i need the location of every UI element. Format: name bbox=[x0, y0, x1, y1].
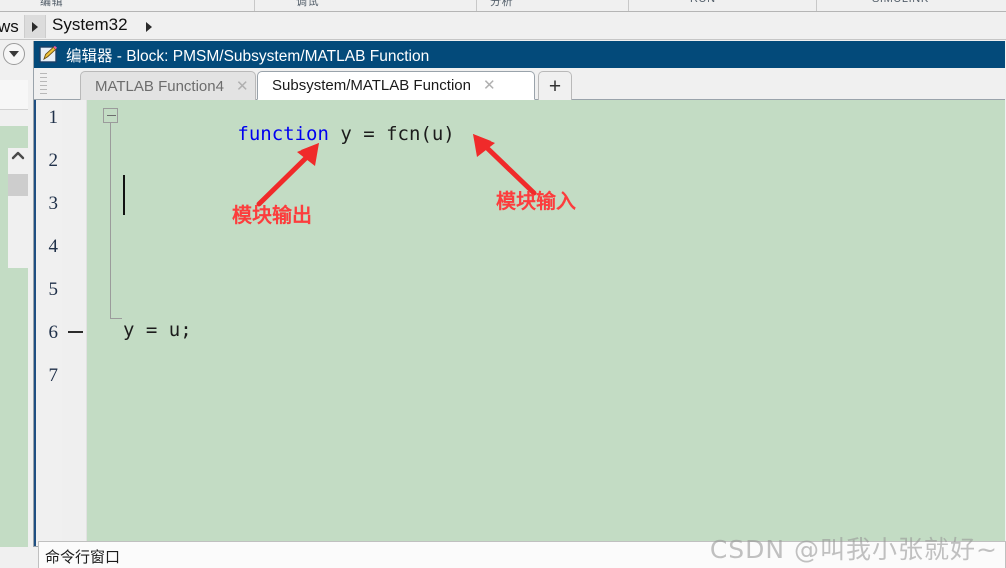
ribbon-tab-edit[interactable]: 编辑 bbox=[40, 0, 63, 9]
ribbon-separator bbox=[254, 0, 255, 11]
code-line-1-rest: y = fcn(u) bbox=[328, 123, 455, 145]
close-icon[interactable]: ✕ bbox=[483, 78, 496, 93]
editor-window-title: 编辑器 - Block: PMSM/Subsystem/MATLAB Funct… bbox=[66, 47, 430, 65]
close-icon[interactable]: ✕ bbox=[236, 79, 249, 94]
tab-matlab-function4[interactable]: MATLAB Function4 ✕ bbox=[80, 71, 256, 100]
fold-bracket-foot bbox=[110, 318, 122, 319]
code-line-1: function y = fcn(u) bbox=[123, 106, 455, 163]
breadcrumb-chevron-button-2[interactable] bbox=[140, 15, 158, 38]
matlab-editor-window: 编辑器 - Block: PMSM/Subsystem/MATLAB Funct… bbox=[33, 41, 1006, 547]
annotation-module-input: 模块输入 bbox=[496, 189, 576, 213]
explorer-breadcrumb-bar: ws System32 bbox=[0, 13, 1006, 40]
annotation-module-output: 模块输出 bbox=[232, 203, 312, 227]
breakpoint-gutter[interactable] bbox=[62, 100, 87, 546]
ribbon-separator bbox=[476, 0, 477, 11]
tab-bar-grip-handle[interactable] bbox=[40, 73, 47, 95]
ribbon-group-run: RUN bbox=[690, 0, 716, 5]
scrollbar-thumb[interactable] bbox=[8, 174, 28, 196]
command-window-title: 命令行窗口 bbox=[45, 549, 121, 566]
chevron-up-icon[interactable] bbox=[10, 148, 26, 164]
editor-tab-bar: MATLAB Function4 ✕ Subsystem/MATLAB Func… bbox=[34, 68, 1005, 100]
code-canvas[interactable]: function y = fcn(u) y = u; 模块输出 模块输入 bbox=[87, 100, 1006, 546]
line-number-gutter: 1 2 3 4 5 6 7 bbox=[36, 100, 62, 546]
line-number: 4 bbox=[48, 236, 59, 257]
chevron-down-glyph bbox=[9, 51, 19, 57]
pencil-edit-icon bbox=[39, 45, 59, 64]
ribbon-group-simulink: SIMULINK bbox=[872, 0, 929, 5]
tab-subsystem-matlab-function[interactable]: Subsystem/MATLAB Function ✕ bbox=[257, 71, 535, 100]
left-panel-header bbox=[0, 80, 28, 110]
csdn-watermark: CSDN @叫我小张就好~ bbox=[709, 535, 998, 564]
circle-chevron-down-icon[interactable] bbox=[3, 43, 25, 65]
chevron-right-icon bbox=[146, 21, 152, 32]
keyword-function: function bbox=[237, 123, 329, 145]
line-number: 5 bbox=[48, 279, 59, 300]
breadcrumb-segment-system32[interactable]: System32 bbox=[52, 15, 128, 35]
plus-icon[interactable]: + bbox=[538, 71, 572, 100]
ribbon-tab-debug[interactable]: 调试 bbox=[296, 0, 319, 9]
screenshot-root: 编辑 调试 分析 RUN SIMULINK ws System32 bbox=[0, 0, 1006, 568]
annotation-arrows bbox=[256, 134, 537, 207]
executable-line-marker[interactable] bbox=[68, 331, 83, 333]
editor-title-bar: 编辑器 - Block: PMSM/Subsystem/MATLAB Funct… bbox=[34, 41, 1005, 68]
breadcrumb-segment-windows[interactable]: ws bbox=[0, 17, 19, 37]
breadcrumb-chevron-button[interactable] bbox=[24, 15, 46, 38]
ribbon-tab-analyze[interactable]: 分析 bbox=[490, 0, 513, 9]
chevron-right-icon bbox=[32, 21, 38, 32]
line-number: 6 bbox=[48, 322, 59, 343]
left-side-panel bbox=[0, 40, 34, 568]
code-line-6: y = u; bbox=[123, 319, 192, 341]
matlab-ribbon-strip: 编辑 调试 分析 RUN SIMULINK bbox=[0, 0, 1006, 12]
left-panel-scrollbar[interactable] bbox=[8, 148, 28, 268]
line-number: 1 bbox=[48, 107, 59, 128]
editor-code-area[interactable]: 1 2 3 4 5 6 7 function y = fcn(u) y = u;… bbox=[34, 100, 1006, 546]
line-number: 3 bbox=[48, 193, 59, 214]
ribbon-separator bbox=[628, 0, 629, 11]
tab-label: Subsystem/MATLAB Function bbox=[272, 77, 471, 94]
line-number: 7 bbox=[48, 365, 59, 386]
collapse-minus-icon[interactable] bbox=[103, 108, 118, 123]
line-number: 2 bbox=[48, 150, 59, 171]
fold-bracket-stem bbox=[110, 123, 111, 319]
tab-label: MATLAB Function4 bbox=[95, 77, 224, 95]
ribbon-separator bbox=[816, 0, 817, 11]
text-caret bbox=[123, 175, 125, 215]
